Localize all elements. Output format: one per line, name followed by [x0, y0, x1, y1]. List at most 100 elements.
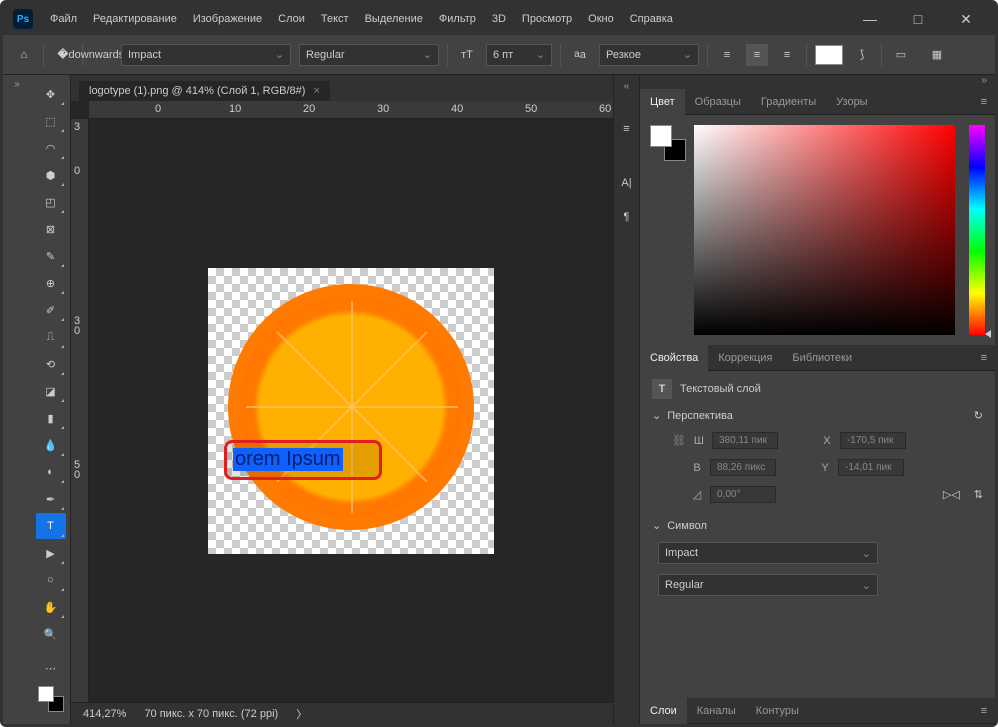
close-button[interactable]: ✕	[951, 11, 981, 28]
text-orientation-icon[interactable]: �downwards">↓T	[91, 44, 113, 66]
quick-select-tool[interactable]: ⬢	[36, 162, 66, 188]
canvas-area[interactable]: orem Ipsum	[89, 119, 613, 702]
status-more-icon[interactable]: 〉	[296, 706, 307, 722]
menu-image[interactable]: Изображение	[186, 9, 269, 29]
edit-toolbar-icon[interactable]: ⋯	[36, 655, 66, 681]
shape-tool[interactable]: ○	[36, 567, 66, 593]
brush-tool[interactable]: ✐	[36, 297, 66, 323]
tab-adjustments[interactable]: Коррекция	[708, 345, 782, 371]
hue-slider[interactable]	[969, 125, 985, 335]
color-panel-header: Цвет Образцы Градиенты Узоры ≡	[640, 89, 995, 115]
section-transform[interactable]: ⌄Перспектива↻	[652, 409, 983, 422]
angle-field[interactable]: 0,00°	[710, 486, 776, 503]
color-field[interactable]	[694, 125, 955, 335]
flip-v-icon[interactable]: ⇅	[974, 488, 983, 501]
home-icon[interactable]: ⌂	[13, 44, 35, 66]
dodge-tool[interactable]: ◐	[36, 459, 66, 485]
font-size-icon: тT	[456, 44, 478, 66]
x-field[interactable]: -170,5 пик	[840, 432, 906, 449]
foreground-background-colors[interactable]	[36, 684, 66, 714]
warp-text-icon[interactable]: ⟆	[851, 44, 873, 66]
font-weight-dropdown[interactable]: Regular⌄	[299, 44, 439, 66]
expand-icon[interactable]: «	[624, 81, 630, 92]
type-tool[interactable]: T	[36, 513, 66, 539]
menu-3d[interactable]: 3D	[485, 9, 513, 29]
menu-filter[interactable]: Фильтр	[432, 9, 483, 29]
menu-window[interactable]: Окно	[581, 9, 621, 29]
align-left-icon[interactable]: ≡	[716, 44, 738, 66]
menu-help[interactable]: Справка	[623, 9, 680, 29]
panel-fgbg-colors[interactable]	[650, 125, 686, 161]
width-field[interactable]: 380,11 пик	[712, 432, 778, 449]
tab-swatches[interactable]: Образцы	[685, 89, 751, 115]
reset-icon[interactable]: ↻	[974, 409, 983, 422]
tab-libraries[interactable]: Библиотеки	[782, 345, 862, 371]
zoom-tool[interactable]: 🔍	[36, 621, 66, 647]
history-brush-tool[interactable]: ⟲	[36, 351, 66, 377]
close-tab-icon[interactable]: ×	[313, 85, 319, 97]
stamp-tool[interactable]: ⎍	[36, 324, 66, 350]
path-select-tool[interactable]: ▶	[36, 540, 66, 566]
link-icon[interactable]: ⛓	[672, 434, 686, 447]
eyedropper-tool[interactable]: ✎	[36, 243, 66, 269]
menu-edit[interactable]: Редактирование	[86, 9, 184, 29]
tab-paths[interactable]: Контуры	[746, 698, 809, 724]
frame-tool[interactable]: ⊠	[36, 216, 66, 242]
document-tab[interactable]: logotype (1).png @ 414% (Слой 1, RGB/8#)…	[79, 81, 330, 101]
panel-menu-icon[interactable]: ≡	[973, 705, 995, 717]
section-character[interactable]: ⌄Символ	[652, 519, 983, 532]
align-right-icon[interactable]: ≡	[776, 44, 798, 66]
pen-tool[interactable]: ✒	[36, 486, 66, 512]
collapse-icon[interactable]: »	[14, 79, 20, 95]
tab-patterns[interactable]: Узоры	[826, 89, 877, 115]
blur-tool[interactable]: 💧	[36, 432, 66, 458]
tab-layers[interactable]: Слои	[640, 698, 687, 724]
tab-color[interactable]: Цвет	[640, 89, 685, 115]
flip-h-icon[interactable]: ▷◁	[943, 488, 960, 501]
marquee-tool[interactable]: ⬚	[36, 108, 66, 134]
align-center-icon[interactable]: ≡	[746, 44, 768, 66]
tab-properties[interactable]: Свойства	[640, 345, 708, 371]
menu-view[interactable]: Просмотр	[515, 9, 579, 29]
paragraph-icon[interactable]: ¶	[616, 206, 638, 228]
status-bar: 414,27% 70 пикс. x 70 пикс. (72 ppi) 〉	[71, 702, 613, 724]
crop-tool[interactable]: ◰	[36, 189, 66, 215]
panel-menu-icon[interactable]: ≡	[973, 352, 995, 364]
paragraph-styles-icon[interactable]: ≡	[616, 118, 638, 140]
panel-menu-icon[interactable]: ≡	[973, 96, 995, 108]
maximize-button[interactable]: □	[903, 11, 933, 28]
zoom-level[interactable]: 414,27%	[83, 708, 126, 720]
font-family-dropdown[interactable]: Impact⌄	[121, 44, 291, 66]
menu-select[interactable]: Выделение	[358, 9, 430, 29]
canvas[interactable]: orem Ipsum	[208, 268, 494, 554]
properties-panel: T Текстовый слой ⌄Перспектива↻ ⛓ Ш 380,1…	[640, 371, 995, 698]
3d-icon[interactable]: ▦	[926, 44, 948, 66]
eraser-tool[interactable]: ◪	[36, 378, 66, 404]
layers-panel-header: Слои Каналы Контуры ≡	[640, 698, 995, 724]
prop-weight-dropdown[interactable]: Regular⌄	[658, 574, 878, 596]
tab-gradients[interactable]: Градиенты	[751, 89, 826, 115]
text-color-swatch[interactable]	[815, 45, 843, 65]
y-field[interactable]: -14,01 пик	[838, 459, 904, 476]
antialias-dropdown[interactable]: Резкое⌄	[599, 44, 699, 66]
editable-text[interactable]: orem Ipsum	[233, 448, 343, 471]
tab-channels[interactable]: Каналы	[687, 698, 746, 724]
hand-tool[interactable]: ✋	[36, 594, 66, 620]
menu-layers[interactable]: Слои	[271, 9, 312, 29]
healing-tool[interactable]: ⊕	[36, 270, 66, 296]
properties-panel-header: Свойства Коррекция Библиотеки ≡	[640, 345, 995, 371]
move-tool[interactable]: ✥	[36, 81, 66, 107]
lasso-tool[interactable]: ◠	[36, 135, 66, 161]
character-icon[interactable]: A|	[616, 172, 638, 194]
panel-collapse-icon[interactable]: »	[640, 75, 995, 89]
prop-font-dropdown[interactable]: Impact⌄	[658, 542, 878, 564]
orange-slice-artwork	[228, 284, 474, 530]
character-panel-icon[interactable]: ▭	[890, 44, 912, 66]
height-field[interactable]: 88,26 пикс	[710, 459, 776, 476]
minimize-button[interactable]: —	[855, 11, 885, 28]
gradient-tool[interactable]: ▮	[36, 405, 66, 431]
menu-file[interactable]: Файл	[43, 9, 84, 29]
menu-text[interactable]: Текст	[314, 9, 356, 29]
font-size-dropdown[interactable]: 6 пт⌄	[486, 44, 552, 66]
text-selection-highlight[interactable]: orem Ipsum	[224, 440, 382, 480]
